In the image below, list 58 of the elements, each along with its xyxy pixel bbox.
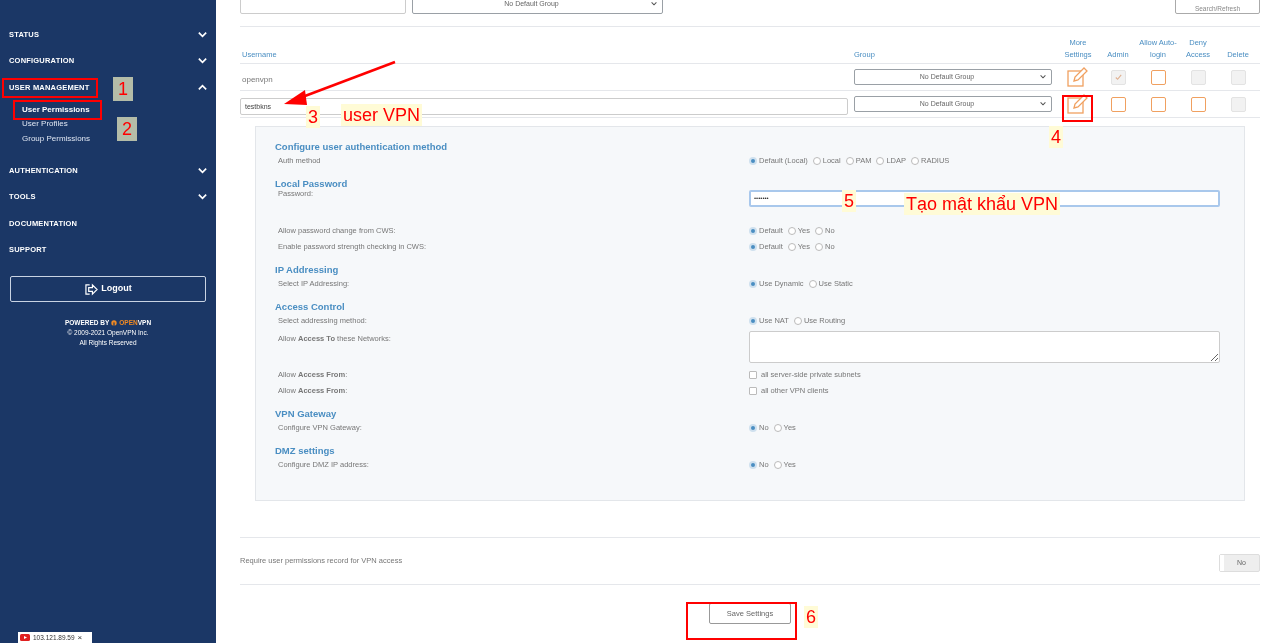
logout-icon [84,282,100,296]
search-field[interactable] [240,0,406,14]
submenu-item[interactable]: User Profiles [22,117,68,132]
radio-button[interactable] [845,157,854,165]
radio-button[interactable] [773,461,782,469]
radio-button[interactable] [876,157,885,165]
radio-button[interactable] [787,243,796,251]
radio-button[interactable] [911,157,919,165]
radio-button[interactable] [749,317,757,325]
radio-button[interactable] [812,157,821,165]
radio-button[interactable] [749,280,757,288]
checkbox[interactable] [749,371,757,379]
checkbox[interactable] [749,387,757,395]
username-text: openvpn [241,75,273,84]
section-title: DMZ settings [275,444,336,457]
annotation-label: 2 [117,117,137,141]
chevron-down-icon [650,0,658,8]
annotation-label: 6 [804,606,818,628]
annotation-label: Tạo mật khẩu VPN [904,193,1061,215]
checkbox[interactable] [1190,96,1206,112]
annotation-label: 1 [113,77,133,101]
annotation-label: user VPN [341,104,423,126]
radio-button[interactable] [815,243,823,251]
radio-button[interactable] [793,317,802,325]
radio-button[interactable] [787,227,796,235]
checkbox[interactable] [1110,96,1126,112]
section-title: Access Control [275,300,346,313]
section-title: VPN Gateway [275,407,338,420]
networks-field[interactable] [749,331,1220,363]
chevron-down-icon [1039,100,1047,108]
edit-icon[interactable] [1067,94,1089,114]
chevron-up-icon[interactable] [197,81,208,93]
radio-button[interactable] [749,461,757,469]
annotation-label: 3 [306,106,320,128]
radio-button[interactable] [773,424,782,432]
radio-button[interactable] [749,243,757,251]
close-icon[interactable]: × [77,633,83,642]
annotation-label: 5 [842,190,856,212]
radio-button[interactable] [749,424,757,432]
chevron-down-icon[interactable] [197,55,208,67]
chevron-down-icon[interactable] [197,191,208,203]
logo-icon [111,319,118,326]
section-title: IP Addressing [275,263,340,276]
chevron-down-icon [1039,73,1047,81]
section-title: Configure user authentication method [275,140,449,153]
checkbox[interactable] [1150,96,1166,112]
radio-button[interactable] [749,227,757,235]
edit-icon[interactable] [1067,67,1089,87]
highlight-frame [1062,95,1093,122]
submenu-item[interactable]: User Permissions [22,102,90,117]
annotation-label: 4 [1049,126,1063,148]
checkbox[interactable] [1150,69,1166,85]
radio-button[interactable] [815,227,823,235]
radio-button[interactable] [749,157,757,165]
radio-button[interactable] [808,280,817,288]
logout-button[interactable]: Logout [10,276,206,302]
submenu-item[interactable]: Group Permissions [22,131,91,146]
section-title: Local Password [275,177,349,190]
